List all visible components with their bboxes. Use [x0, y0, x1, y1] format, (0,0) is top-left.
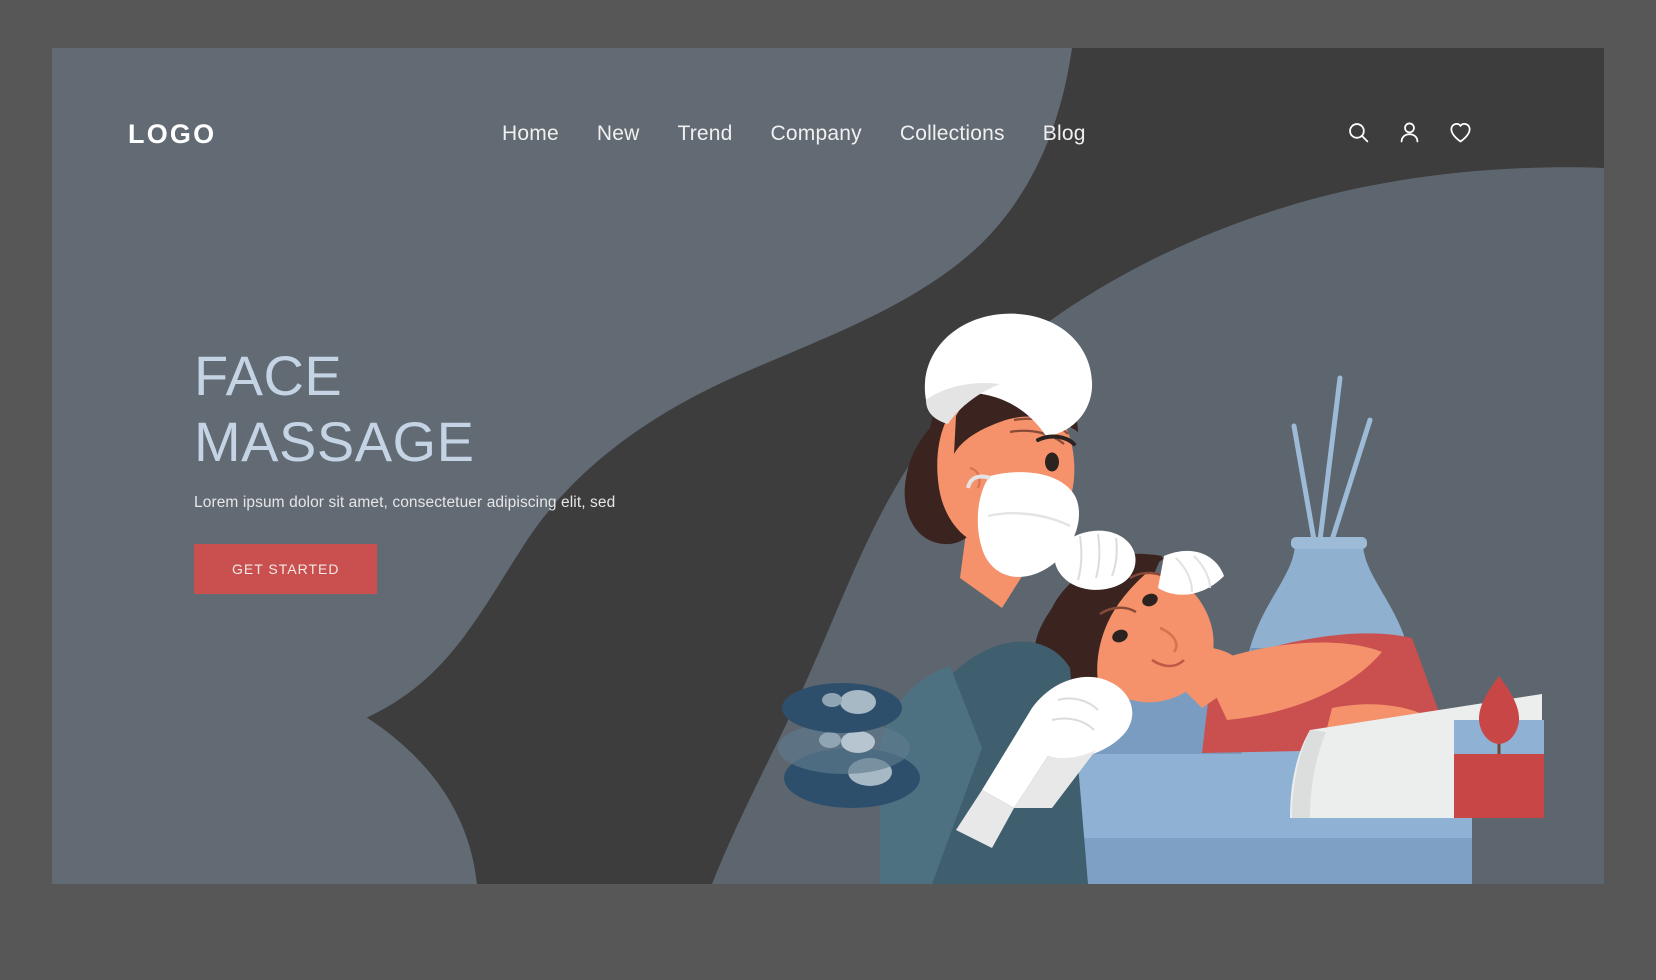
stone-top [782, 683, 902, 733]
vase-neck [1291, 537, 1367, 549]
stone-middle-dot [841, 731, 875, 753]
candle-flame [1478, 676, 1520, 744]
hero-section: LOGO Home New Trend Company Collections … [52, 48, 1604, 884]
nav-menu: Home New Trend Company Collections Blog [502, 122, 1086, 146]
hero-subtitle: Lorem ipsum dolor sit amet, consectetuer… [194, 494, 616, 512]
user-icon[interactable] [1397, 120, 1422, 145]
therapist-eye [1045, 452, 1059, 472]
candle-wax [1454, 754, 1544, 818]
stone-middle-dot2 [819, 732, 841, 748]
nav-link-collections[interactable]: Collections [900, 122, 1005, 146]
stone-top-highlight [840, 690, 876, 714]
hero-copy: FACE MASSAGE Lorem ipsum dolor sit amet,… [194, 343, 714, 595]
stone-top-dot [822, 693, 842, 707]
get-started-button[interactable]: GET STARTED [194, 544, 378, 595]
nav-icon-group [1346, 120, 1473, 145]
heart-icon[interactable] [1448, 120, 1473, 145]
nav-link-new[interactable]: New [597, 122, 640, 146]
logo[interactable]: LOGO [128, 119, 216, 150]
nav-link-home[interactable]: Home [502, 122, 559, 146]
page-title: FACE MASSAGE [194, 344, 475, 474]
top-navigation: LOGO Home New Trend Company Collections … [52, 48, 1604, 228]
nav-link-trend[interactable]: Trend [677, 122, 732, 146]
nav-link-blog[interactable]: Blog [1043, 122, 1086, 146]
spa-stones [778, 683, 920, 808]
search-icon[interactable] [1346, 120, 1371, 145]
page-frame: LOGO Home New Trend Company Collections … [0, 0, 1656, 980]
nav-link-company[interactable]: Company [771, 122, 862, 146]
